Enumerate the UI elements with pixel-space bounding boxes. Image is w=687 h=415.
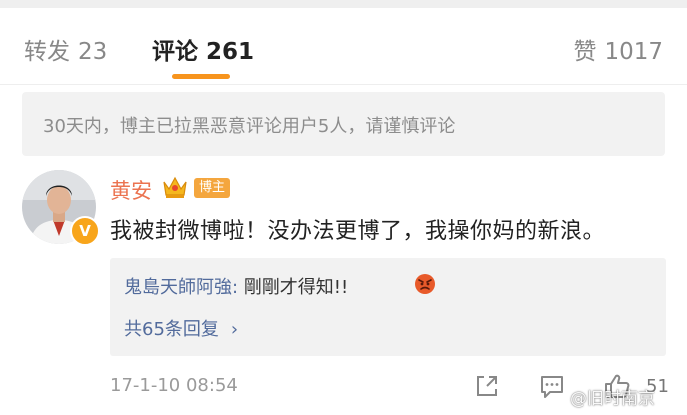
reply-line: 鬼島天師阿強: 剛剛才得知!! [124, 273, 348, 299]
reply-text: 剛剛才得知!! [238, 277, 349, 298]
angry-face-icon [414, 273, 436, 295]
active-tab-indicator [172, 74, 230, 79]
tab-repost-label: 转发 [24, 39, 70, 65]
tab-repost-count: 23 [78, 39, 108, 65]
reply-preview[interactable]: 鬼島天師阿強: 剛剛才得知!! 共65条回复 › [110, 258, 666, 356]
watermark: @旧时南京 [570, 389, 655, 409]
tab-like-label: 赞 [573, 39, 597, 65]
reply-username[interactable]: 鬼島天師阿強: [124, 277, 238, 298]
verified-badge: V [70, 216, 100, 246]
tab-comment-count: 261 [206, 39, 255, 65]
comment-text: 我被封微博啦！没办法更博了，我操你妈的新浪。 [110, 219, 606, 244]
more-replies-label: 共65条回复 [124, 319, 219, 340]
share-icon[interactable] [471, 370, 503, 402]
author-badge: 博主 [194, 178, 231, 198]
comment-username[interactable]: 黄安 [110, 175, 152, 205]
tab-comment[interactable]: 评论 261 [152, 32, 254, 66]
tab-bar: 转发 23 评论 261 赞 1017 [0, 8, 687, 88]
crown-icon [161, 174, 189, 200]
tab-divider [0, 84, 687, 85]
notice-text: 30天内，博主已拉黑恶意评论用户5人，请谨慎评论 [43, 116, 456, 137]
comment-timestamp: 17-1-10 08:54 [110, 375, 238, 396]
blocked-users-notice: 30天内，博主已拉黑恶意评论用户5人，请谨慎评论 [22, 92, 665, 156]
top-strip [0, 0, 687, 8]
tab-like-count: 1017 [604, 39, 663, 65]
comment-icon[interactable] [536, 370, 568, 402]
tab-comment-label: 评论 [152, 39, 198, 65]
tab-repost[interactable]: 转发 23 [24, 32, 107, 66]
chevron-right-icon: › [230, 319, 239, 340]
more-replies-link[interactable]: 共65条回复 › [124, 315, 238, 341]
tab-like[interactable]: 赞 1017 [573, 32, 663, 66]
